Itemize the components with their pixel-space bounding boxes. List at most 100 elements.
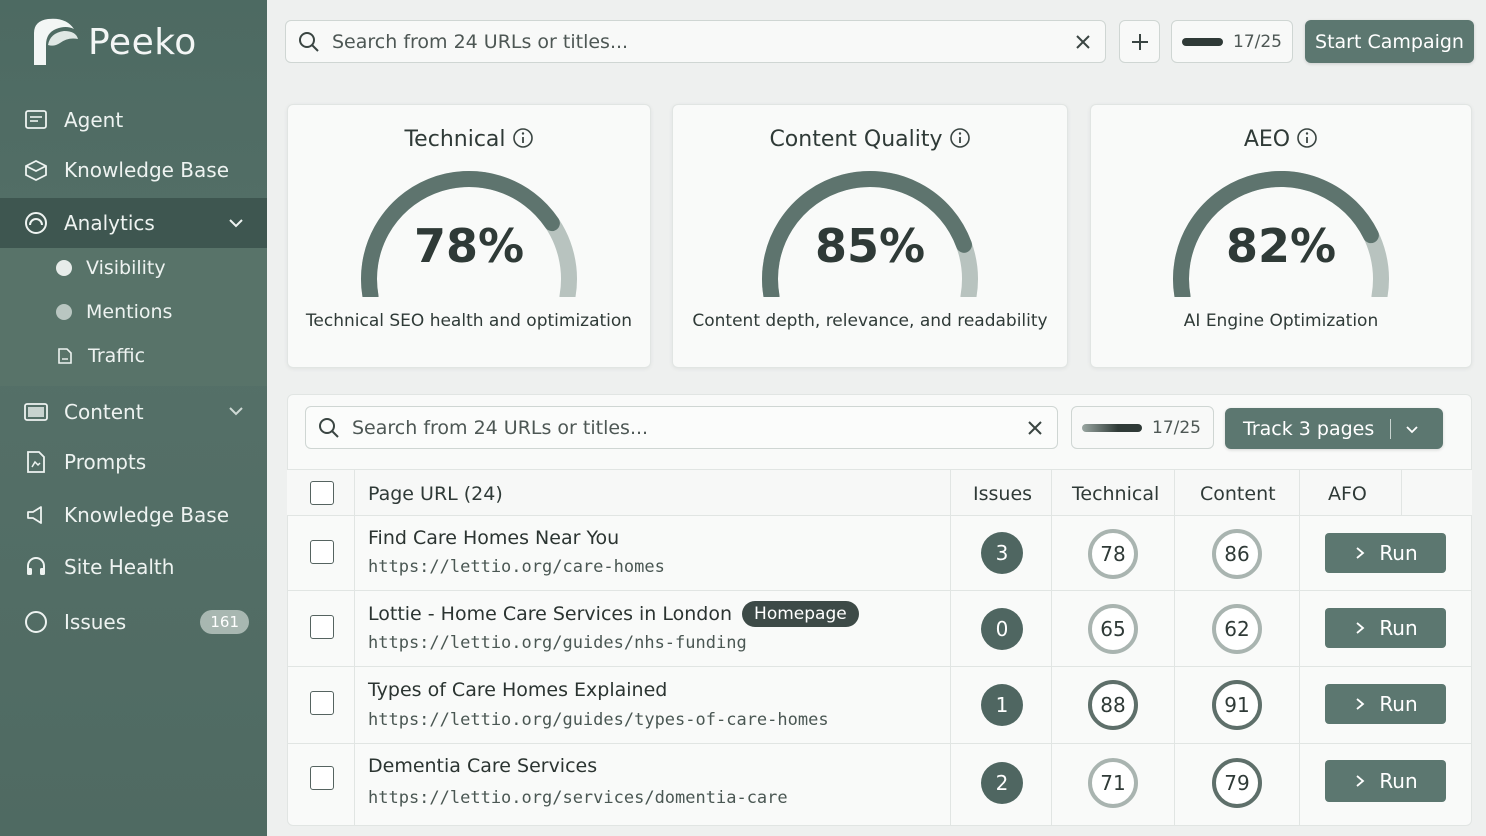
row-title: Lottie - Home Care Services in London Hom… <box>368 601 859 627</box>
gauge-value: 78% <box>413 219 525 273</box>
sidebar-subitem-label: Mentions <box>86 301 173 323</box>
divider <box>1390 418 1392 439</box>
info-icon[interactable] <box>512 127 534 149</box>
add-button[interactable] <box>1119 20 1160 63</box>
track-pages-button[interactable]: Track 3 pages <box>1225 408 1443 449</box>
table-row[interactable]: Find Care Homes Near You https://lettio.… <box>287 516 1472 591</box>
row-url-link[interactable]: https://lettio.org/services/domentia-car… <box>368 788 788 808</box>
message-square-icon <box>24 108 48 132</box>
row-checkbox[interactable] <box>310 691 334 715</box>
gauge-value: 85% <box>814 219 926 273</box>
card-title: Content Quality <box>673 127 1067 152</box>
row-checkbox[interactable] <box>310 615 334 639</box>
technical-score: 78 <box>1088 529 1138 579</box>
card-description: Technical SEO health and optimization <box>305 311 633 331</box>
sidebar-item-issues[interactable]: Issues 161 <box>0 598 267 646</box>
chevron-right-icon <box>1356 775 1365 787</box>
column-header-content[interactable]: Content <box>1200 470 1276 517</box>
usage-indicator: 17/25 <box>1171 20 1293 63</box>
chevron-down-icon[interactable] <box>1405 422 1419 436</box>
info-icon[interactable] <box>949 127 971 149</box>
issues-count: 3 <box>981 532 1023 574</box>
row-url-link[interactable]: https://lettio.org/guides/nhs-funding <box>368 633 747 653</box>
row-title-text: Find Care Homes Near You <box>368 527 620 549</box>
card-title-text: Content Quality <box>769 127 943 152</box>
row-title: Find Care Homes Near You <box>368 527 619 549</box>
chevron-right-icon <box>1356 547 1365 559</box>
usage-progress-bar <box>1182 37 1223 46</box>
sidebar-subitem-visibility[interactable]: Visibility <box>56 250 166 286</box>
search-icon <box>299 31 319 52</box>
row-checkbox[interactable] <box>310 766 334 790</box>
select-all-checkbox[interactable] <box>310 481 334 505</box>
row-url-link[interactable]: https://lettio.org/guides/types-of-care-… <box>368 710 829 730</box>
table-row[interactable]: Lottie - Home Care Services in London Hom… <box>287 591 1472 667</box>
sidebar-item-knowledge-base[interactable]: Knowledge Base <box>0 146 267 194</box>
issues-count-badge: 161 <box>200 610 249 634</box>
close-icon[interactable] <box>1073 32 1093 52</box>
column-header-technical[interactable]: Technical <box>1072 470 1159 517</box>
score-card-aeo: AEO 82% AI Engine Optimization <box>1090 104 1472 368</box>
chevron-down-icon[interactable] <box>227 214 245 232</box>
sidebar-item-label: Content <box>64 400 144 424</box>
chevron-down-icon[interactable] <box>227 402 245 420</box>
track-pages-label: Track 3 pages <box>1243 417 1375 440</box>
chevron-right-icon <box>1356 622 1365 634</box>
card-title: Technical <box>288 127 650 152</box>
usage-progress-bar <box>1082 423 1142 432</box>
sidebar-item-label: Knowledge Base <box>64 158 229 182</box>
sidebar-item-prompts[interactable]: Prompts <box>0 438 267 486</box>
search-icon <box>319 417 339 438</box>
sidebar-item-label: Knowledge Base <box>64 503 229 527</box>
plus-icon <box>1131 33 1148 50</box>
headset-icon <box>24 555 48 579</box>
row-title-text: Dementia Care Services <box>368 755 598 777</box>
run-button[interactable]: Run <box>1325 760 1446 802</box>
column-header-issues[interactable]: Issues <box>973 470 1032 517</box>
issues-count: 0 <box>981 608 1023 650</box>
sidebar-item-label: Prompts <box>64 450 147 474</box>
score-card-content-quality: Content Quality 85% Content depth, relev… <box>672 104 1068 368</box>
table-search-input[interactable]: Search from 24 URLs or titles... <box>305 406 1058 449</box>
issues-count: 2 <box>981 762 1023 804</box>
close-icon[interactable] <box>1025 418 1045 438</box>
sidebar-item-agent[interactable]: Agent <box>0 96 267 144</box>
run-button[interactable]: Run <box>1325 684 1446 724</box>
content-score: 79 <box>1212 758 1262 808</box>
box-icon <box>24 158 48 182</box>
table-row[interactable]: Types of Care Homes Explained https://le… <box>287 667 1472 744</box>
technical-score: 71 <box>1088 758 1138 808</box>
brand[interactable]: Peeko <box>26 14 197 70</box>
top-search-input[interactable]: Search from 24 URLs or titles... <box>285 20 1106 63</box>
sidebar-item-analytics[interactable]: Analytics <box>0 198 267 248</box>
row-url-link[interactable]: https://lettio.org/care-homes <box>368 557 665 577</box>
column-header-afo[interactable]: AFO <box>1328 470 1367 517</box>
row-title-text: Types of Care Homes Explained <box>368 679 668 701</box>
gauge-value: 82% <box>1225 219 1337 273</box>
table-row[interactable]: Dementia Care Services https://lettio.or… <box>287 744 1472 824</box>
peeko-logo-icon <box>34 18 78 65</box>
sidebar-item-site-health[interactable]: Site Health <box>0 543 267 591</box>
dot-icon <box>56 304 72 320</box>
usage-count: 17/25 <box>1152 417 1201 438</box>
card-title-text: Technical <box>404 127 506 152</box>
content-score: 62 <box>1212 604 1262 654</box>
content-score: 91 <box>1212 680 1262 730</box>
row-checkbox[interactable] <box>310 540 334 564</box>
start-campaign-button[interactable]: Start Campaign <box>1305 20 1474 63</box>
sidebar-subitem-traffic[interactable]: Traffic <box>56 338 145 374</box>
run-button[interactable]: Run <box>1325 533 1446 573</box>
info-icon[interactable] <box>1296 127 1318 149</box>
card-title-text: AEO <box>1243 127 1291 152</box>
technical-score: 65 <box>1088 604 1138 654</box>
row-title-text: Lottie - Home Care Services in London <box>368 603 733 625</box>
sidebar-item-knowledge-base-2[interactable]: Knowledge Base <box>0 491 267 539</box>
run-label: Run <box>1379 769 1418 793</box>
sidebar-item-content[interactable]: Content <box>0 388 267 436</box>
megaphone-icon <box>24 503 48 527</box>
run-button[interactable]: Run <box>1325 608 1446 648</box>
circle-icon <box>24 610 48 634</box>
gauge-icon <box>24 211 48 235</box>
sidebar-subitem-mentions[interactable]: Mentions <box>56 294 172 330</box>
column-header-page-url[interactable]: Page URL (24) <box>368 470 503 517</box>
